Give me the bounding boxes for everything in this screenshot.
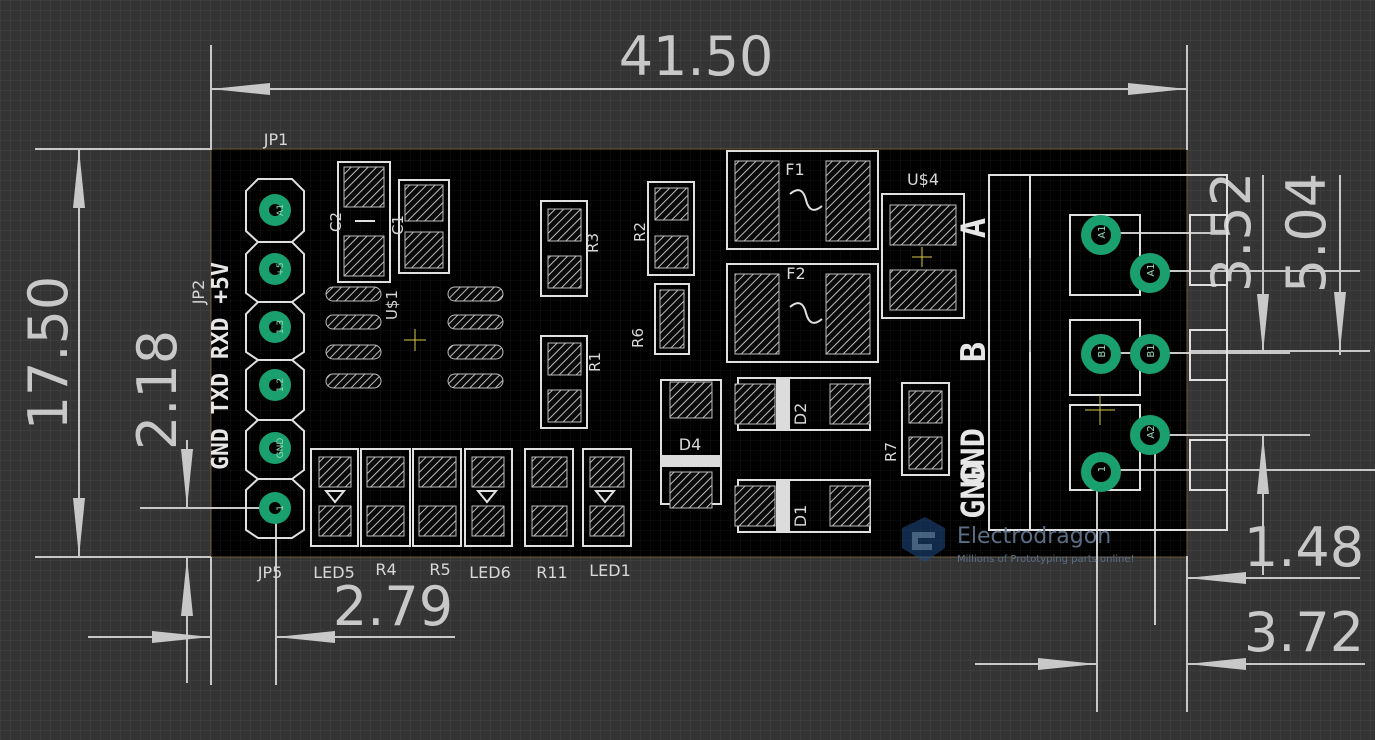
ref-led1: LED1	[589, 561, 631, 580]
pin-label: +5	[276, 262, 286, 275]
ref-d4: D4	[679, 435, 702, 454]
resistor-r6[interactable]	[654, 283, 690, 355]
header-silkscreen-labels: GND TXD RXD +5V	[208, 262, 234, 470]
pin-label: 1.2	[276, 378, 286, 392]
dimension-jp5-offset: 2.18	[126, 330, 189, 450]
pin-label: A1	[276, 204, 286, 216]
dimension-term-d: 3.72	[1244, 601, 1364, 664]
ref-c1: C1	[389, 215, 407, 235]
ref-c2: C2	[327, 212, 345, 232]
ref-d2: D2	[791, 403, 810, 426]
silk-gnd-2: GND	[954, 461, 992, 519]
dimension-term-b: 5.04	[1275, 173, 1338, 293]
ref-led6: LED6	[469, 563, 511, 582]
ref-r3: R3	[584, 233, 602, 253]
pin-label: 1	[276, 505, 286, 511]
ref-d1: D1	[791, 505, 810, 528]
ref-u4: U$4	[907, 170, 939, 189]
pin-label: B1	[1097, 344, 1108, 357]
dimension-width: 41.50	[619, 25, 774, 88]
pin-label: 1	[1097, 466, 1108, 472]
pin-label: GND	[276, 438, 286, 459]
ref-r5: R5	[429, 560, 450, 579]
ref-jp2: JP2	[189, 280, 208, 306]
pin-label: A1	[1097, 225, 1108, 238]
ref-jp5: JP5	[257, 563, 283, 582]
dimension-jp5-x: 2.79	[333, 575, 453, 638]
dimension-term-c: 1.48	[1244, 516, 1364, 579]
ref-f1: F1	[785, 160, 804, 179]
ref-r2: R2	[631, 222, 649, 242]
ref-r1: R1	[586, 352, 604, 372]
watermark-tagline: Millions of Prototyping parts online!	[957, 554, 1135, 565]
ref-r6: R6	[629, 328, 647, 348]
ref-led5: LED5	[313, 563, 355, 582]
watermark-name: Electrodragon	[957, 524, 1111, 549]
ref-f2: F2	[786, 264, 805, 283]
ref-u1: U$1	[383, 290, 401, 320]
pin-label: A1	[1146, 263, 1157, 276]
dimension-term-a: 3.52	[1200, 172, 1263, 292]
pin-label: A2	[1146, 425, 1157, 438]
dimension-height: 17.50	[17, 276, 80, 431]
pin-label: B1	[1146, 344, 1157, 357]
pin-label: 1.3	[276, 320, 286, 334]
ref-r4: R4	[375, 560, 396, 579]
ref-jp1: JP1	[263, 130, 289, 149]
pcb-layout-view[interactable]: 41.50 17.50 2.18 2.79 3.52 5.04 1.48 3.7…	[0, 0, 1375, 740]
ref-r7: R7	[882, 442, 900, 462]
ref-r11: R11	[536, 563, 567, 582]
